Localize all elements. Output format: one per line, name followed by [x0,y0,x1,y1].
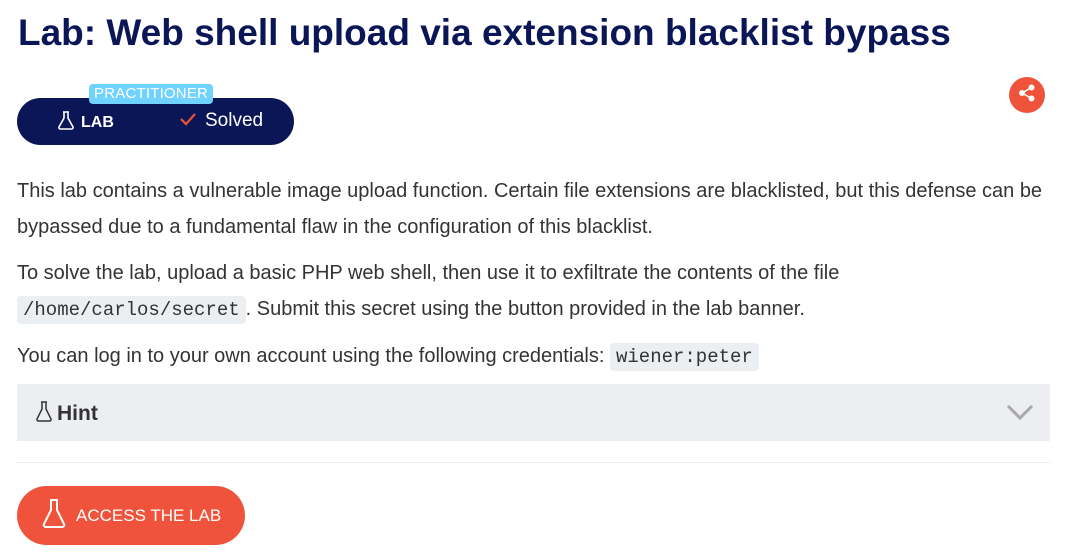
flask-icon [42,498,66,533]
credentials-code: wiener:peter [609,343,759,371]
level-badge: PRACTITIONER [89,84,214,104]
paragraph-2-text-end: . Submit this secret using the button pr… [245,298,805,320]
lab-label: LAB [81,113,114,131]
lab-label-group: LAB [57,110,114,135]
file-path-code: /home/carlos/secret [17,296,246,324]
solved-label: Solved [205,110,264,131]
page-title: Lab: Web shell upload via extension blac… [18,12,951,53]
paragraph-3-text: You can log in to your own account using… [17,345,605,367]
hint-header: Hint [35,400,98,428]
access-lab-button[interactable]: ACCESS THE LAB [17,486,245,545]
chevron-down-icon[interactable] [1006,403,1034,426]
flask-icon [35,400,53,428]
check-icon [180,110,196,132]
access-lab-label: ACCESS THE LAB [76,505,222,525]
lab-status-badge: LAB Solved [17,98,294,145]
hint-label: Hint [57,402,98,425]
divider [17,462,1050,463]
paragraph-2-text-start: To solve the lab, upload a basic PHP web… [17,262,840,284]
share-icon [1018,84,1036,107]
flask-icon [57,110,75,135]
description-paragraph-3: You can log in to your own account using… [17,338,1057,375]
description-paragraph-1: This lab contains a vulnerable image upl… [17,180,1043,238]
description-paragraph-2: To solve the lab, upload a basic PHP web… [17,255,1057,328]
share-button[interactable] [1009,77,1045,113]
solved-status: Solved [180,110,263,132]
hint-accordion[interactable]: Hint [17,384,1050,441]
